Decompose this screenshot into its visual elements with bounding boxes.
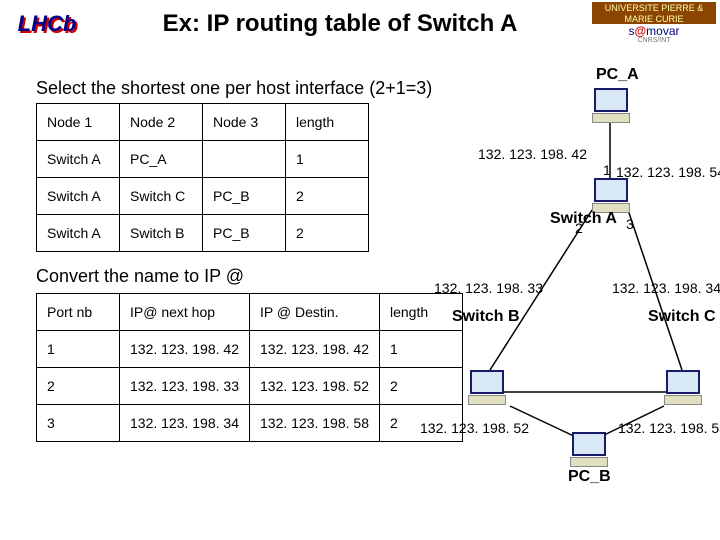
cell: Switch C (120, 178, 203, 215)
port-3: 3 (626, 216, 634, 232)
ip-sw-b-bot: 132. 123. 198. 52 (420, 420, 529, 436)
rt-h1: Node 1 (37, 104, 120, 141)
ip-h1: Port nb (37, 294, 120, 331)
univ-logo-top: UNIVERSITE PIERRE & MARIE CURIE (592, 2, 716, 24)
ip-sw-a-right: 132. 123. 198. 54 (616, 164, 720, 180)
ip-table: Port nb IP@ next hop IP @ Destin. length… (36, 293, 463, 442)
pc-b-label: PC_B (568, 468, 611, 486)
ip-sw-c-top: 132. 123. 198. 34 (612, 280, 720, 296)
table-row: 3 132. 123. 198. 34 132. 123. 198. 58 2 (37, 405, 463, 442)
lhcb-logo: LHCb (4, 4, 90, 44)
table-row: 1 132. 123. 198. 42 132. 123. 198. 42 1 (37, 331, 463, 368)
port-1: 1 (603, 162, 611, 178)
cell: 2 (286, 178, 369, 215)
switch-b-icon (468, 370, 506, 404)
cell: Switch A (37, 215, 120, 252)
univ-logo-bottom: s@movar CNRS/INT (592, 24, 716, 44)
cell: 2 (37, 368, 120, 405)
cell: 132. 123. 198. 42 (120, 331, 250, 368)
cell: 3 (37, 405, 120, 442)
univ-logo: UNIVERSITE PIERRE & MARIE CURIE s@movar … (592, 2, 716, 46)
routing-table: Node 1 Node 2 Node 3 length Switch A PC_… (36, 103, 369, 252)
table-header-row: Node 1 Node 2 Node 3 length (37, 104, 369, 141)
cell: 1 (286, 141, 369, 178)
cell: 132. 123. 198. 34 (120, 405, 250, 442)
cell: PC_B (203, 215, 286, 252)
page-title: Ex: IP routing table of Switch A (90, 10, 590, 38)
switch-a-label: Switch A (550, 210, 617, 228)
ip-pc-a: 132. 123. 198. 42 (478, 146, 587, 162)
ip-h3: IP @ Destin. (250, 294, 380, 331)
pc-a-label: PC_A (596, 66, 639, 84)
cell: PC_B (203, 178, 286, 215)
cell: 132. 123. 198. 58 (250, 405, 380, 442)
switch-c-label: Switch C (648, 308, 716, 326)
switch-b-label: Switch B (452, 308, 520, 326)
table-row: 2 132. 123. 198. 33 132. 123. 198. 52 2 (37, 368, 463, 405)
port-2: 2 (575, 220, 583, 236)
table-header-row: Port nb IP@ next hop IP @ Destin. length (37, 294, 463, 331)
cell: 2 (286, 215, 369, 252)
switch-c-icon (664, 370, 702, 404)
switch-a-icon (592, 178, 630, 212)
network-diagram: PC_A Switch A Switch B Switch C PC_B 132… (420, 70, 720, 460)
cell: 132. 123. 198. 42 (250, 331, 380, 368)
rt-h3: Node 3 (203, 104, 286, 141)
cell: 132. 123. 198. 52 (250, 368, 380, 405)
table-row: Switch A Switch B PC_B 2 (37, 215, 369, 252)
cell: Switch A (37, 141, 120, 178)
ip-h2: IP@ next hop (120, 294, 250, 331)
table-row: Switch A PC_A 1 (37, 141, 369, 178)
pc-a-icon (592, 88, 630, 122)
ip-sw-c-bot: 132. 123. 198. 58 (618, 420, 720, 436)
table-row: Switch A Switch C PC_B 2 (37, 178, 369, 215)
cell: 1 (37, 331, 120, 368)
cell: Switch A (37, 178, 120, 215)
cell (203, 141, 286, 178)
header: LHCb Ex: IP routing table of Switch A UN… (0, 0, 720, 48)
cell: PC_A (120, 141, 203, 178)
cell: 132. 123. 198. 33 (120, 368, 250, 405)
ip-sw-b-top: 132. 123. 198. 33 (434, 280, 543, 296)
pc-b-icon (570, 432, 608, 466)
rt-h2: Node 2 (120, 104, 203, 141)
rt-h4: length (286, 104, 369, 141)
cell: Switch B (120, 215, 203, 252)
